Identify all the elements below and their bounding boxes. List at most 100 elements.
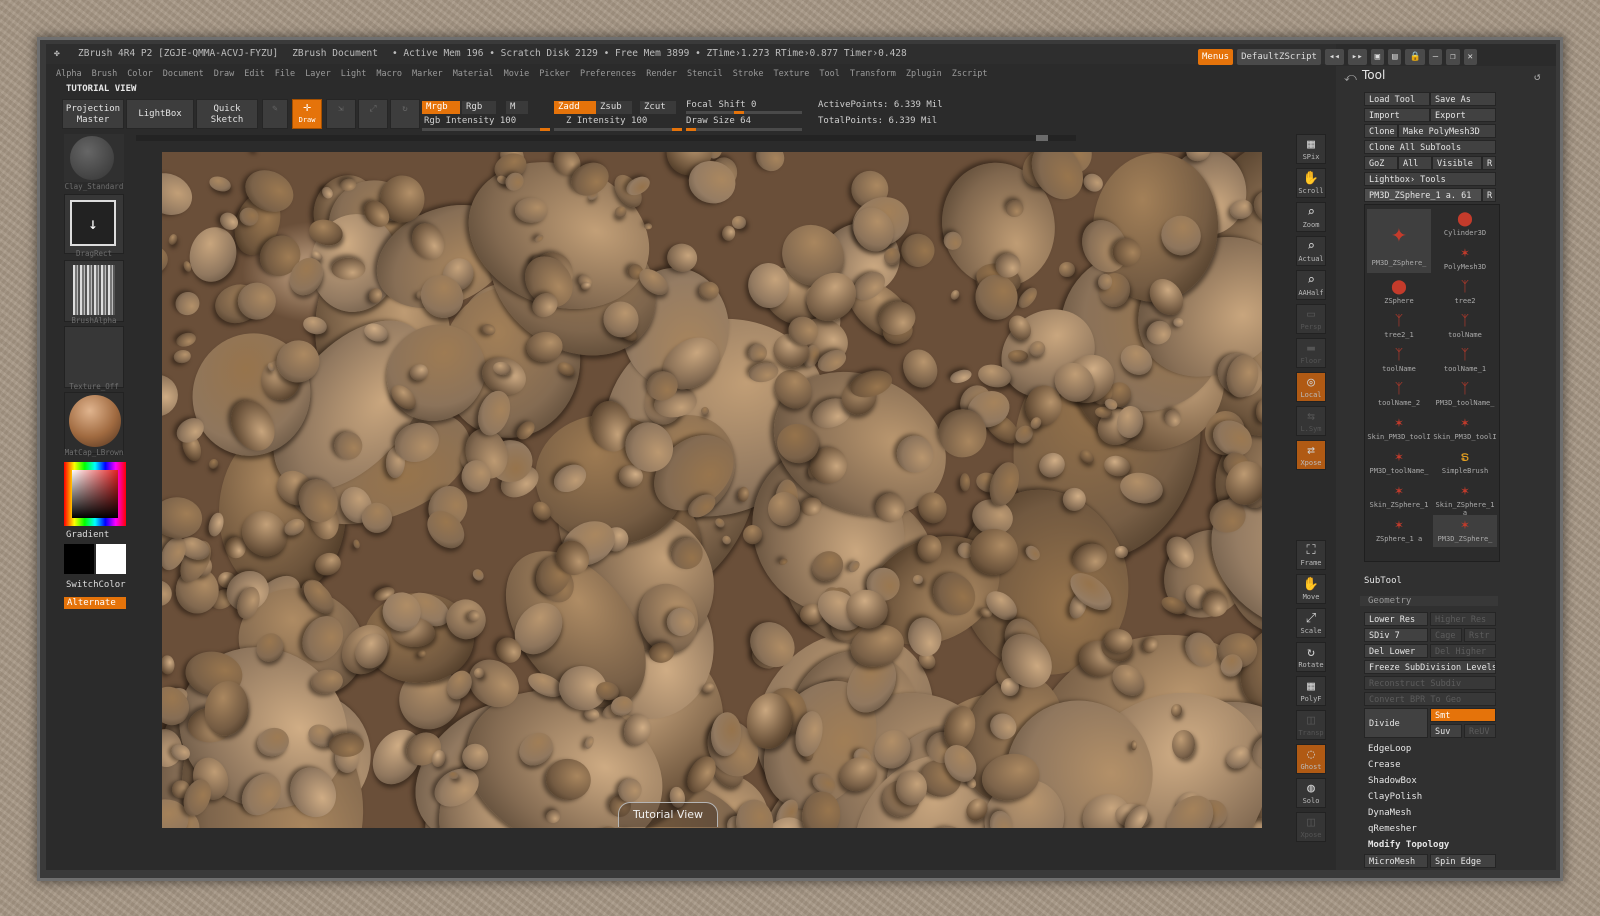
suv-toggle[interactable]: Suv xyxy=(1430,724,1462,738)
view-tool-button[interactable]: ◫ Transp xyxy=(1296,710,1326,740)
m-button[interactable]: M xyxy=(506,101,528,114)
nav-left-icon[interactable]: ◂◂ xyxy=(1324,49,1344,65)
texture-thumbnail[interactable] xyxy=(64,326,124,388)
view-tool-button[interactable]: ⌕ AAHalf xyxy=(1296,270,1326,300)
smt-toggle[interactable]: Smt xyxy=(1430,708,1496,722)
mrgb-button[interactable]: Mrgb xyxy=(422,101,460,114)
freeze-subdivision-button[interactable]: Freeze SubDivision Levels xyxy=(1364,660,1496,674)
minimize-icon[interactable]: – xyxy=(1428,49,1443,65)
projection-master-button[interactable]: Projection Master xyxy=(62,99,124,129)
stroke-thumbnail[interactable]: ↓ xyxy=(64,194,124,254)
make-polymesh-button[interactable]: Make PolyMesh3D xyxy=(1398,124,1496,138)
menu-item[interactable]: Zplugin xyxy=(906,69,942,79)
scale-button[interactable]: ⤢ xyxy=(358,99,388,129)
switch-color-label[interactable]: SwitchColor xyxy=(66,580,126,590)
tool-palette-item[interactable]: ✶ PM3D_ZSphere_ xyxy=(1433,515,1497,547)
view-tool-button[interactable]: ◍ Solo xyxy=(1296,778,1326,808)
view-tool-button[interactable]: ⌕ Actual xyxy=(1296,236,1326,266)
menu-item[interactable]: Document xyxy=(163,69,204,79)
tool-palette-item[interactable]: ✶ Skin_PM3D_toolI xyxy=(1433,413,1497,445)
lower-res-button[interactable]: Lower Res xyxy=(1364,612,1428,626)
menu-item[interactable]: Material xyxy=(453,69,494,79)
draw-size-slider[interactable] xyxy=(686,128,802,131)
export-button[interactable]: Export xyxy=(1430,108,1496,122)
tool-palette-item[interactable]: ✶ ZSphere_1 a xyxy=(1367,515,1431,547)
focal-shift-slider[interactable] xyxy=(686,111,802,114)
subtool-section[interactable]: SubTool xyxy=(1364,576,1402,586)
menu-item[interactable]: Zscript xyxy=(952,69,988,79)
view-tool-button[interactable]: ◎ Local xyxy=(1296,372,1326,402)
color-picker-square[interactable] xyxy=(72,470,118,518)
view-tool-button[interactable]: ▬ Floor xyxy=(1296,338,1326,368)
view-tool-button[interactable]: ◌ Ghost xyxy=(1296,744,1326,774)
geometry-section[interactable]: Geometry xyxy=(1360,596,1498,606)
sculpt-canvas[interactable] xyxy=(162,152,1262,828)
view-tool-button[interactable]: ▦ SPix xyxy=(1296,134,1326,164)
current-tool-r-button[interactable]: R xyxy=(1482,188,1496,202)
menus-button[interactable]: Menus xyxy=(1198,49,1234,65)
menu-item[interactable]: Render xyxy=(646,69,677,79)
menu-item[interactable]: Preferences xyxy=(580,69,636,79)
view-tool-button[interactable]: ⇆ L.Sym xyxy=(1296,406,1326,436)
close-icon[interactable]: ✕ xyxy=(1463,49,1477,65)
save-as-button[interactable]: Save As xyxy=(1430,92,1496,106)
lock-icon[interactable]: 🔒 xyxy=(1405,49,1425,65)
tool-palette-item[interactable]: ᛉ toolName_2 xyxy=(1367,379,1431,411)
view-tool-button[interactable]: ▦ PolyF xyxy=(1296,676,1326,706)
modify-topology-section[interactable]: Modify Topology xyxy=(1368,840,1449,850)
alternate-button[interactable]: Alternate xyxy=(64,597,126,609)
tool-palette-item[interactable]: ᛉ toolName_1 xyxy=(1433,345,1497,377)
lightbox-button[interactable]: LightBox xyxy=(126,99,194,129)
move-button[interactable]: ⇲ xyxy=(326,99,356,129)
tool-palette-item[interactable]: ᛉ tree2 xyxy=(1433,277,1497,309)
claypolish-section[interactable]: ClayPolish xyxy=(1368,792,1422,802)
material-thumbnail[interactable] xyxy=(64,392,124,454)
zcut-button[interactable]: Zcut xyxy=(640,101,676,114)
view-tool-button[interactable]: ⇄ Xpose xyxy=(1296,440,1326,470)
del-higher-button[interactable]: Del Higher xyxy=(1430,644,1496,658)
menu-item[interactable]: Color xyxy=(127,69,153,79)
z-intensity-slider[interactable] xyxy=(554,128,682,131)
del-lower-button[interactable]: Del Lower xyxy=(1364,644,1428,658)
goz-all-button[interactable]: All xyxy=(1398,156,1432,170)
menu-item[interactable]: Light xyxy=(341,69,367,79)
menu-item[interactable]: Transform xyxy=(850,69,896,79)
zsub-button[interactable]: Zsub xyxy=(596,101,632,114)
draw-button[interactable]: ✛ Draw xyxy=(292,99,322,129)
convert-bpr-button[interactable]: Convert BPR To Geo xyxy=(1364,692,1496,706)
nav-right-icon[interactable]: ▸▸ xyxy=(1347,49,1367,65)
import-button[interactable]: Import xyxy=(1364,108,1430,122)
spin-edge-button[interactable]: Spin Edge xyxy=(1430,854,1496,868)
micromesh-button[interactable]: MicroMesh xyxy=(1364,854,1428,868)
tool-palette-item[interactable]: ✶ Skin_PM3D_toolI xyxy=(1367,413,1431,445)
layout-icon[interactable]: ▣ xyxy=(1370,49,1385,65)
edgeloop-section[interactable]: EdgeLoop xyxy=(1368,744,1411,754)
color-picker[interactable] xyxy=(64,462,126,526)
refresh-icon[interactable]: ↺ xyxy=(1534,70,1541,83)
tool-palette-item[interactable]: ⬤ ZSphere xyxy=(1367,277,1431,309)
shadowbox-section[interactable]: ShadowBox xyxy=(1368,776,1417,786)
menu-item[interactable]: Stroke xyxy=(733,69,764,79)
divide-button[interactable]: Divide xyxy=(1364,708,1428,738)
top-scrollbar[interactable] xyxy=(136,135,1076,141)
rstr-button[interactable]: Rstr xyxy=(1464,628,1496,642)
goz-visible-button[interactable]: Visible xyxy=(1432,156,1482,170)
qremesher-section[interactable]: qRemesher xyxy=(1368,824,1417,834)
brush-thumbnail[interactable] xyxy=(64,134,124,182)
tool-palette-item[interactable]: ᛉ toolName xyxy=(1433,311,1497,343)
rotate-button[interactable]: ↻ xyxy=(390,99,420,129)
higher-res-button[interactable]: Higher Res xyxy=(1430,612,1496,626)
tool-palette-item[interactable]: ✶ Skin_ZSphere_1 a xyxy=(1433,481,1497,517)
secondary-color-swatch[interactable] xyxy=(96,544,126,574)
tool-palette-item[interactable]: ⬤ Cylinder3D xyxy=(1433,209,1497,241)
reuv-button[interactable]: ReUV xyxy=(1464,724,1496,738)
menu-item[interactable]: Brush xyxy=(92,69,118,79)
view-tool-button[interactable]: ✋ Scroll xyxy=(1296,168,1326,198)
rgb-intensity-slider[interactable] xyxy=(422,128,550,131)
menu-item[interactable]: Tool xyxy=(819,69,839,79)
menu-item[interactable]: Stencil xyxy=(687,69,723,79)
layout2-icon[interactable]: ▤ xyxy=(1388,49,1402,65)
main-color-swatch[interactable] xyxy=(64,544,94,574)
menu-item[interactable]: Movie xyxy=(504,69,530,79)
dynamesh-section[interactable]: DynaMesh xyxy=(1368,808,1411,818)
